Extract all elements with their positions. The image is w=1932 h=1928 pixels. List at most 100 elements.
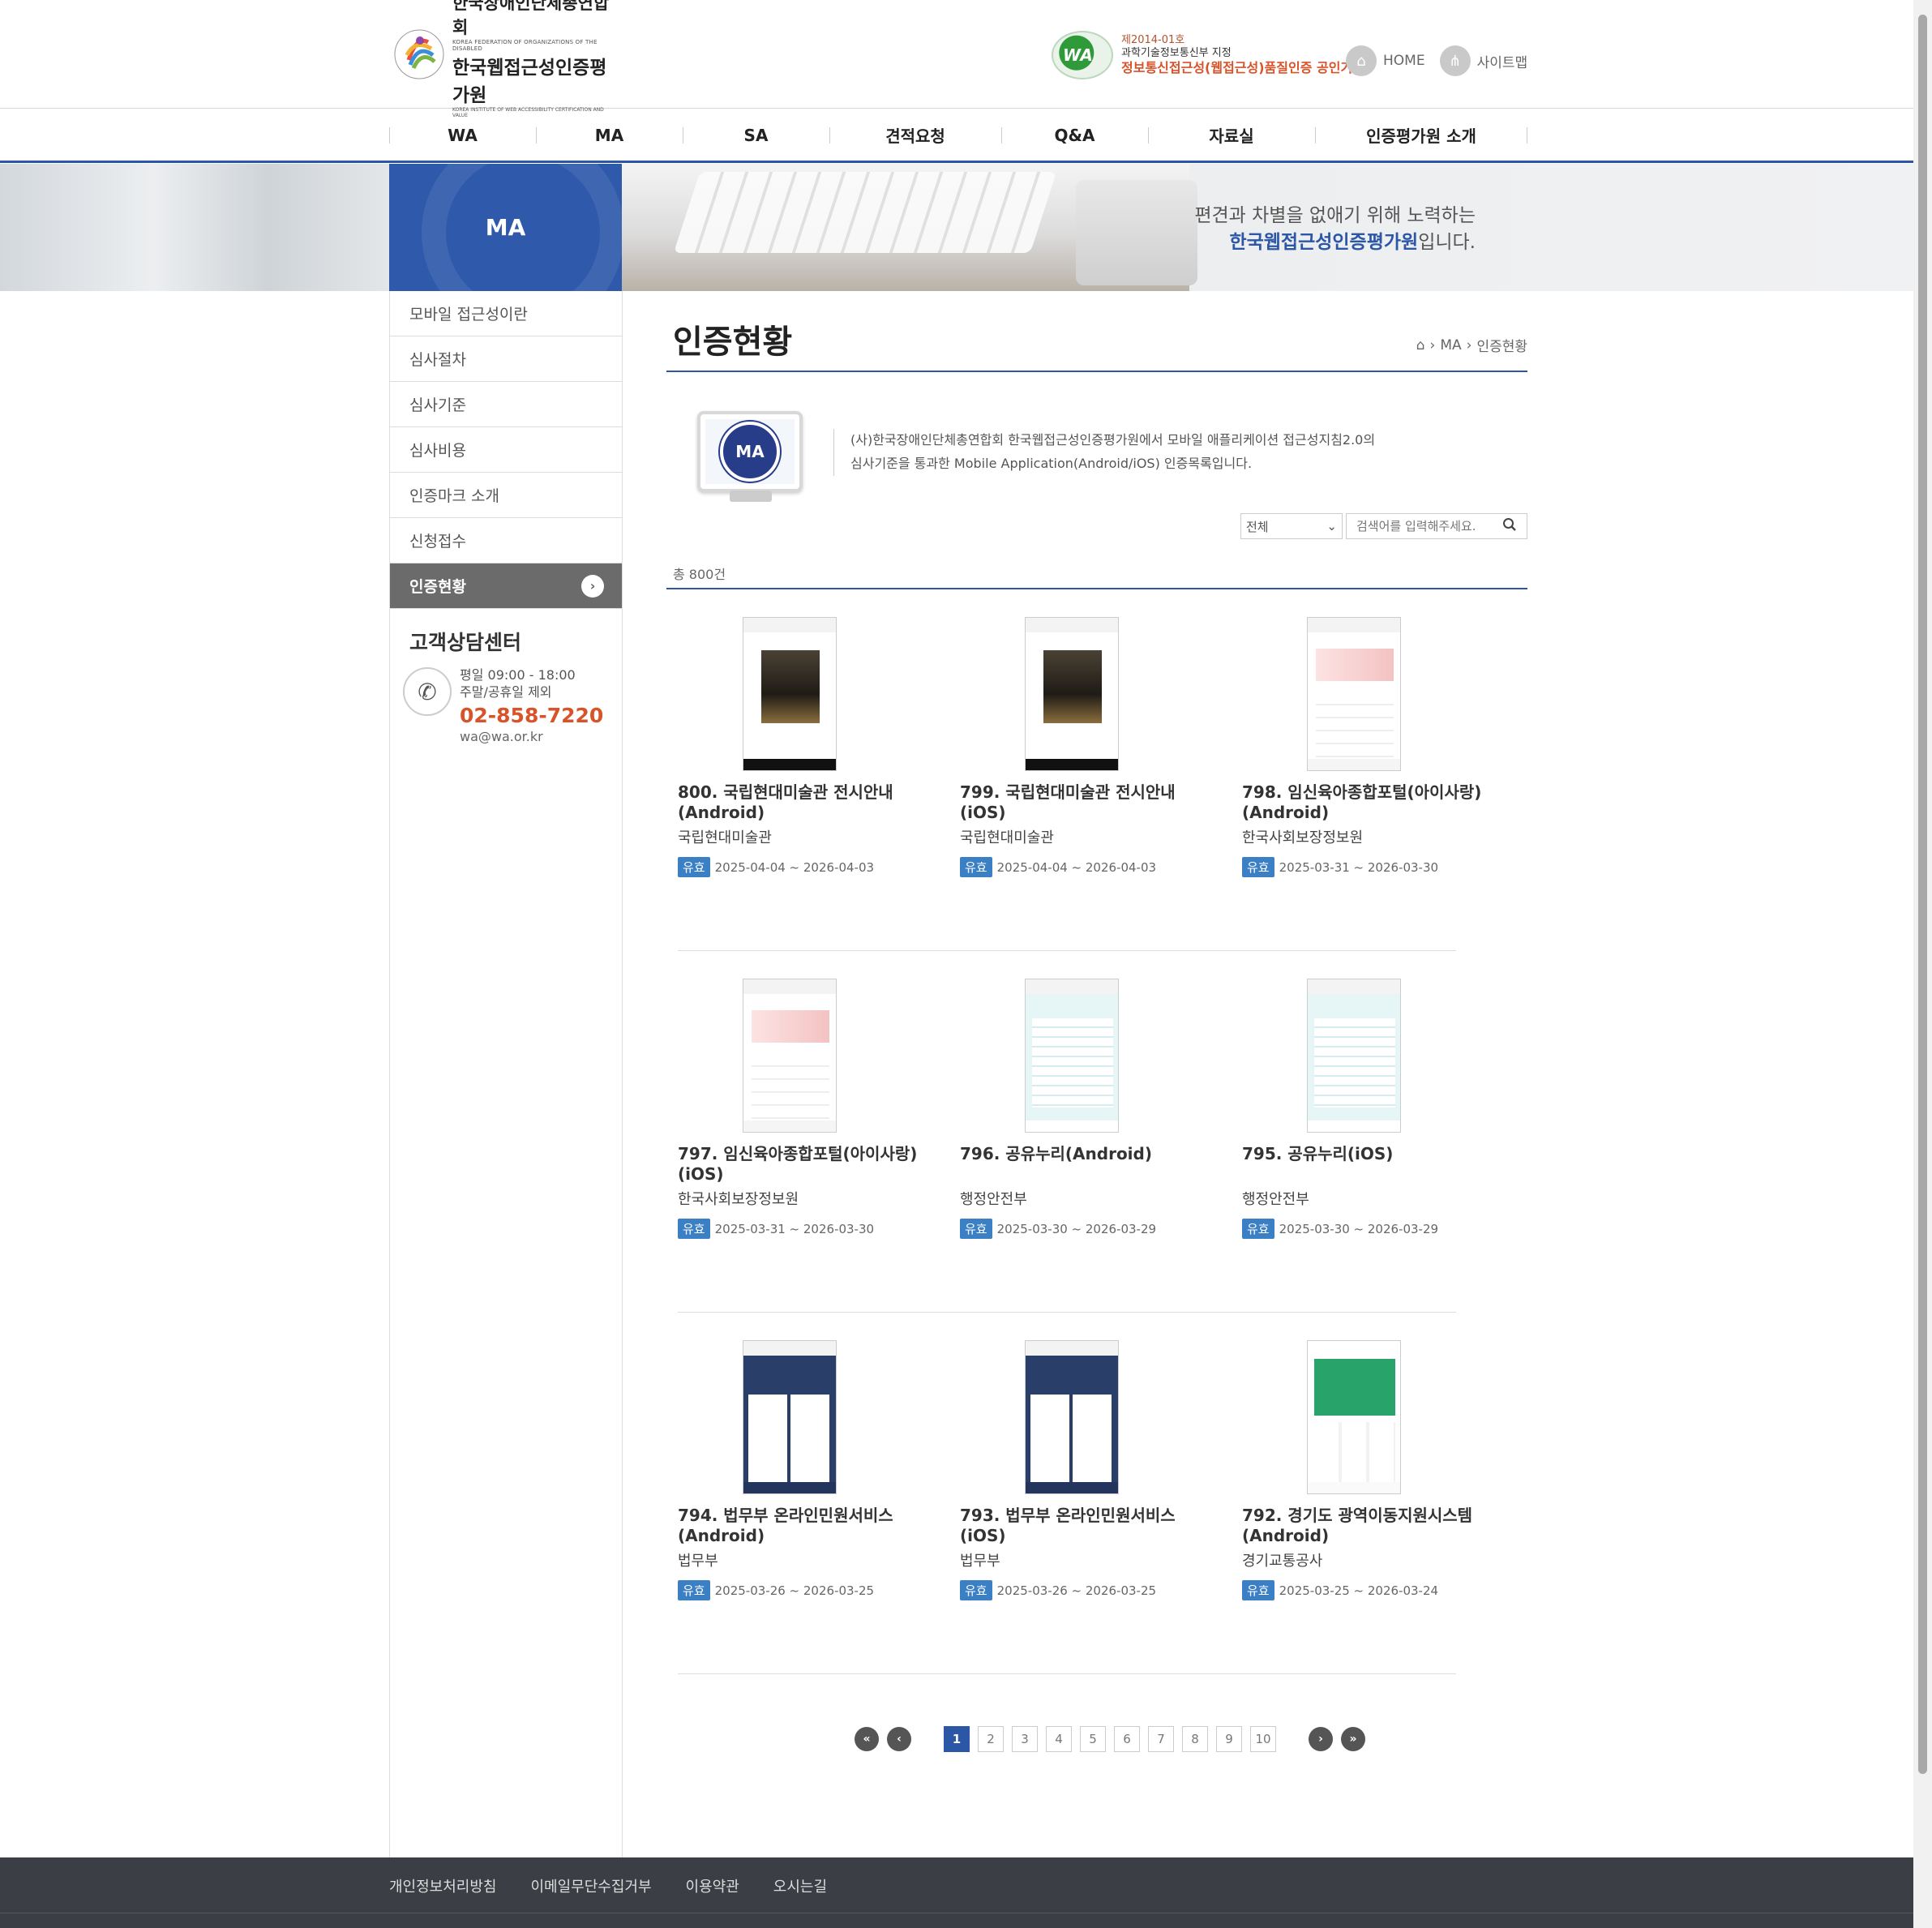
footer-link-directions[interactable]: 오시는길 <box>773 1875 827 1896</box>
status-badge: 유효 <box>678 1219 710 1239</box>
sitemap-icon: ⋔ <box>1439 45 1471 76</box>
card-title: 800. 국립현대미술관 전시안내(Android) <box>678 782 893 822</box>
page-number[interactable]: 10 <box>1250 1726 1276 1752</box>
card-period: 2025-03-30 ~ 2026-03-29 <box>996 1221 1157 1236</box>
app-screenshot <box>1307 979 1401 1133</box>
banner-slogan-line1: 편견과 차별을 없애기 위해 노력하는 <box>1194 205 1476 226</box>
card-title: 798. 임신육아종합포털(아이사랑)(Android) <box>1242 782 1482 822</box>
card-period: 2025-03-30 ~ 2026-03-29 <box>1279 1221 1439 1236</box>
certification-card[interactable]: 795. 공유누리(iOS) 행정안전부 유효 2025-03-30 ~ 2026… <box>1242 979 1485 1239</box>
page-number[interactable]: 2 <box>978 1726 1004 1752</box>
certification-card[interactable]: 796. 공유누리(Android) 행정안전부 유효 2025-03-30 ~ … <box>960 979 1203 1239</box>
certification-card[interactable]: 792. 경기도 광역이동지원시스템(Android) 경기교통공사 유효 202… <box>1242 1340 1485 1600</box>
page: 한국장애인단체총연합회 KOREA FEDERATION OF ORGANIZA… <box>0 0 1913 1928</box>
side-item-criteria[interactable]: 심사기준 <box>390 382 622 427</box>
gnb-item-library[interactable]: 자료실 <box>1148 109 1315 161</box>
logo-federation-name: 한국장애인단체총연합회 <box>452 0 610 37</box>
card-organization: 경기교통공사 <box>1242 1553 1323 1570</box>
intro-line1: (사)한국장애인단체총연합회 한국웹접근성인증평가원에서 모바일 애플리케이션 … <box>850 432 1376 448</box>
side-item-mark[interactable]: 인증마크 소개 <box>390 473 622 518</box>
scrollbar-thumb[interactable] <box>1918 15 1927 1774</box>
status-badge: 유효 <box>1242 857 1274 877</box>
customer-center-email[interactable]: wa@wa.or.kr <box>460 729 603 746</box>
federation-emblem-icon <box>392 28 446 81</box>
card-organization: 한국사회보장정보원 <box>678 1191 799 1208</box>
card-period: 2025-03-25 ~ 2026-03-24 <box>1279 1583 1439 1598</box>
sitemap-link[interactable]: ⋔ 사이트맵 <box>1439 45 1527 76</box>
side-item-status[interactable]: 인증현황 › <box>390 563 622 609</box>
intro-line2: 심사기준을 통과한 Mobile Application(Android/iOS… <box>850 455 1253 471</box>
card-title: 797. 임신육아종합포털(아이사랑)(iOS) <box>678 1144 918 1184</box>
page-number[interactable]: 4 <box>1046 1726 1072 1752</box>
site-logo[interactable]: 한국장애인단체총연합회 KOREA FEDERATION OF ORGANIZA… <box>392 0 611 118</box>
first-page-icon[interactable]: « <box>855 1727 879 1751</box>
certification-card[interactable]: 797. 임신육아종합포털(아이사랑)(iOS) 한국사회보장정보원 유효 202… <box>678 979 921 1239</box>
certification-card[interactable]: 799. 국립현대미술관 전시안내(iOS) 국립현대미술관 유효 2025-04… <box>960 617 1203 877</box>
page-number[interactable]: 9 <box>1216 1726 1242 1752</box>
page-number[interactable]: 3 <box>1012 1726 1038 1752</box>
card-title: 795. 공유누리(iOS) <box>1242 1144 1394 1163</box>
chevron-down-icon: ⌄ <box>1326 519 1337 533</box>
logo-federation-english: KOREA FEDERATION OF ORGANIZATIONS OF THE… <box>452 39 598 52</box>
search-category-select[interactable]: 전체 ⌄ <box>1240 513 1343 539</box>
side-item-mobile-accessibility[interactable]: 모바일 접근성이란 <box>390 291 622 336</box>
breadcrumb-item[interactable]: 인증현황 <box>1476 335 1527 355</box>
cert-number: 제2014-01호 <box>1121 33 1185 46</box>
certification-card[interactable]: 798. 임신육아종합포털(아이사랑)(Android) 한국사회보장정보원 유… <box>1242 617 1485 877</box>
utility-links: ⌂ HOME ⋔ 사이트맵 <box>1346 45 1527 76</box>
page-number[interactable]: 7 <box>1148 1726 1174 1752</box>
page-number[interactable]: 6 <box>1114 1726 1140 1752</box>
certification-card[interactable]: 800. 국립현대미술관 전시안내(Android) 국립현대미술관 유효 202… <box>678 617 921 877</box>
status-badge: 유효 <box>678 1580 710 1600</box>
gnb-item-estimate[interactable]: 견적요청 <box>829 109 1001 161</box>
next-page-icon[interactable]: › <box>1309 1727 1333 1751</box>
site-footer: 개인정보처리방침 이메일무단수집거부 이용약관 오시는길 <box>0 1857 1913 1928</box>
breadcrumb-item[interactable]: MA <box>1440 337 1461 353</box>
app-screenshot <box>1025 1340 1119 1494</box>
card-organization: 한국사회보장정보원 <box>1242 829 1364 846</box>
gnb-item-sa[interactable]: SA <box>683 109 829 161</box>
status-badge: 유효 <box>960 1580 992 1600</box>
footer-link-email-policy[interactable]: 이메일무단수집거부 <box>530 1875 651 1896</box>
card-period: 2025-03-26 ~ 2026-03-25 <box>996 1583 1157 1598</box>
certification-card[interactable]: 793. 법무부 온라인민원서비스(iOS) 법무부 유효 2025-03-26 … <box>960 1340 1203 1600</box>
home-link[interactable]: ⌂ HOME <box>1346 45 1425 76</box>
gnb-item-wa[interactable]: WA <box>389 109 536 161</box>
search-icon[interactable] <box>1502 517 1517 535</box>
banner-keyboard-photo <box>622 164 1197 291</box>
certification-card[interactable]: 794. 법무부 온라인민원서비스(Android) 법무부 유효 2025-03… <box>678 1340 921 1600</box>
side-item-procedure[interactable]: 심사절차 <box>390 336 622 382</box>
card-organization: 국립현대미술관 <box>678 829 772 846</box>
page-number[interactable]: 5 <box>1080 1726 1106 1752</box>
cert-ministry: 과학기술정보통신부 지정 <box>1121 47 1232 59</box>
side-item-cost[interactable]: 심사비용 <box>390 427 622 473</box>
card-title: 799. 국립현대미술관 전시안내(iOS) <box>960 782 1176 822</box>
gnb-item-ma[interactable]: MA <box>536 109 683 161</box>
side-navigation: 모바일 접근성이란 심사절차 심사기준 심사비용 인증마크 소개 신청접수 인증… <box>389 291 623 1857</box>
phone-icon: ✆ <box>403 667 452 716</box>
breadcrumb-home-icon[interactable]: ⌂ <box>1416 337 1425 353</box>
gnb-item-about[interactable]: 인증평가원 소개 <box>1315 109 1527 161</box>
app-screenshot <box>743 1340 837 1494</box>
grid-row: 797. 임신육아종합포털(아이사랑)(iOS) 한국사회보장정보원 유효 202… <box>678 951 1456 1313</box>
app-screenshot <box>1025 979 1119 1133</box>
total-count: 총 800건 <box>666 560 1527 589</box>
footer-link-privacy[interactable]: 개인정보처리방침 <box>389 1875 496 1896</box>
side-item-apply[interactable]: 신청접수 <box>390 518 622 563</box>
page-number-current[interactable]: 1 <box>944 1726 970 1752</box>
status-badge: 유효 <box>678 857 710 877</box>
card-title: 796. 공유누리(Android) <box>960 1144 1152 1163</box>
footer-link-terms[interactable]: 이용약관 <box>686 1875 739 1896</box>
gnb-item-qna[interactable]: Q&A <box>1001 109 1148 161</box>
card-organization: 국립현대미술관 <box>960 829 1054 846</box>
app-screenshot <box>1307 1340 1401 1494</box>
card-organization: 행정안전부 <box>960 1191 1027 1208</box>
last-page-icon[interactable]: » <box>1341 1727 1365 1751</box>
search-input[interactable] <box>1356 519 1494 533</box>
intro-description: (사)한국장애인단체총연합회 한국웹접근성인증평가원에서 모바일 애플리케이션 … <box>833 429 1450 476</box>
page-number[interactable]: 8 <box>1182 1726 1208 1752</box>
prev-page-icon[interactable]: ‹ <box>887 1727 911 1751</box>
vertical-scrollbar[interactable] <box>1913 0 1932 1928</box>
ma-cert-badge: MA <box>720 422 780 482</box>
ma-monitor-icon: MA <box>697 411 803 492</box>
